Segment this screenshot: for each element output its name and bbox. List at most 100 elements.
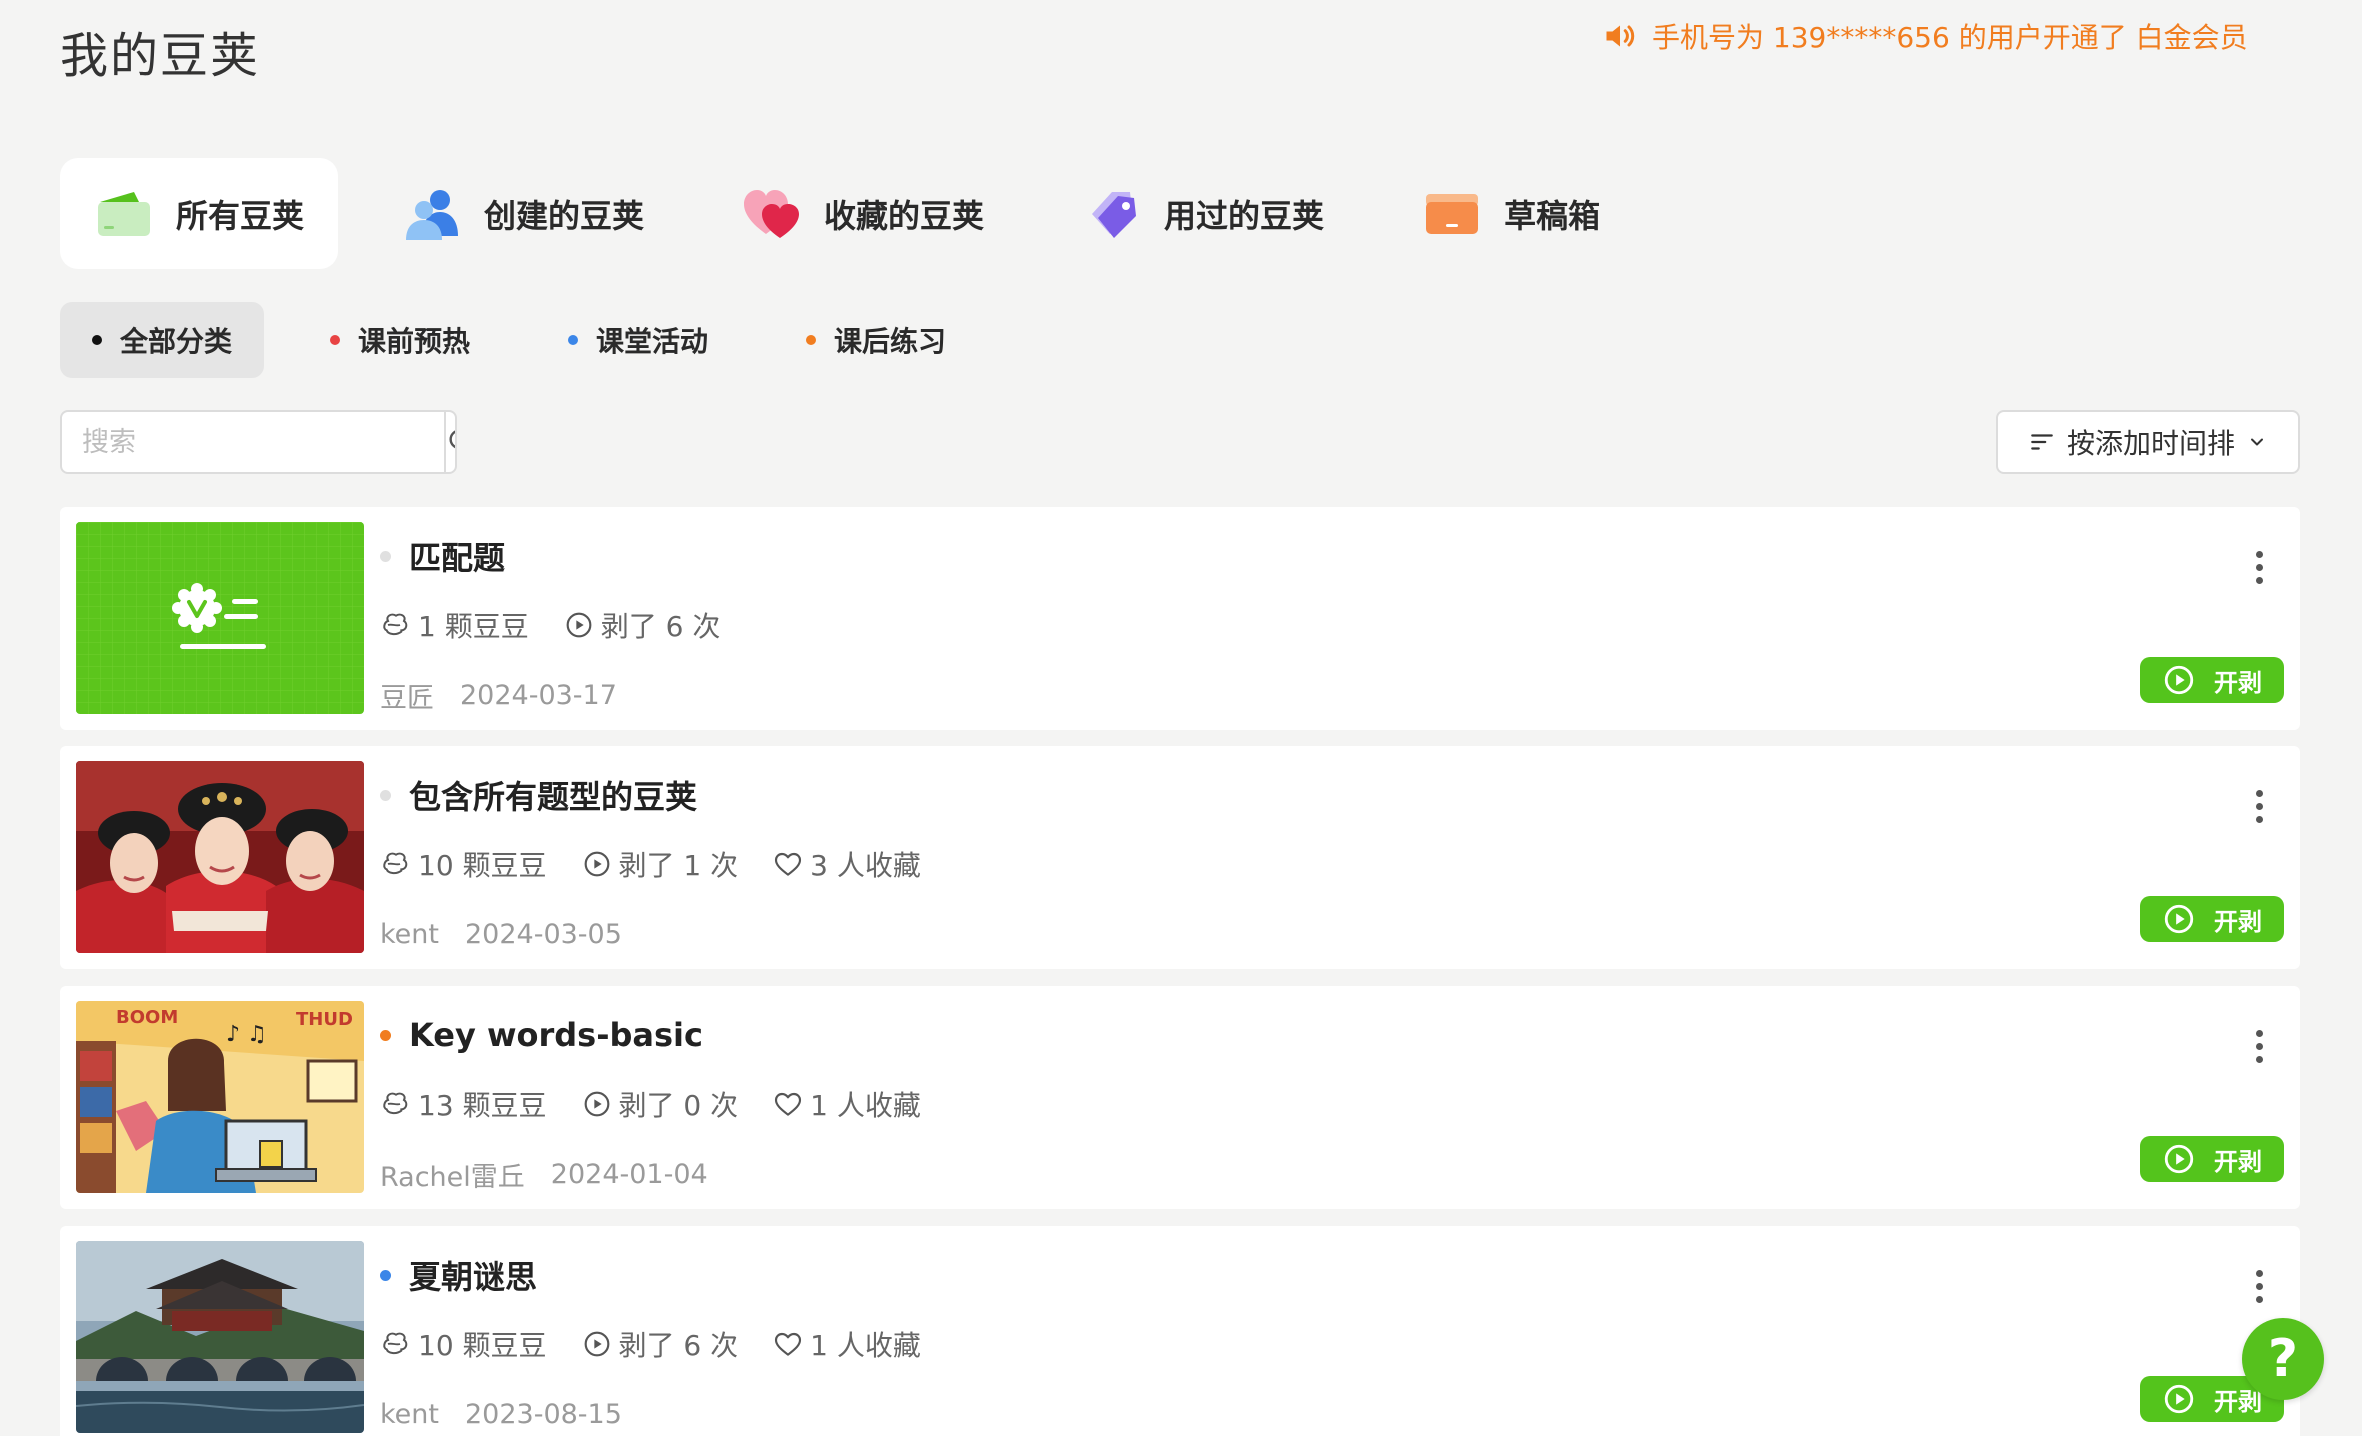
category-dot [806, 335, 817, 345]
category-all[interactable]: 全部分类 [60, 302, 265, 378]
more-options-button[interactable] [2244, 1264, 2274, 1308]
category-dot [380, 550, 391, 562]
pod-date: 2024-03-05 [464, 918, 622, 950]
pod-title[interactable]: Key words-basic [409, 1016, 703, 1054]
search-button[interactable] [444, 412, 455, 472]
heart-outline-icon [775, 1092, 802, 1116]
bean-count: 10 颗豆豆 [380, 1324, 547, 1364]
category-dot [92, 335, 102, 345]
svg-text:♪ ♫: ♪ ♫ [226, 1022, 267, 1047]
pod-date: 2024-01-04 [550, 1158, 708, 1190]
more-options-button[interactable] [2244, 1024, 2274, 1068]
match-quiz-thumbnail [76, 522, 364, 714]
tab-used-pods[interactable]: 用过的豆荚 [1048, 158, 1358, 269]
category-dot [330, 335, 341, 345]
play-count: 剥了 1 次 [581, 844, 738, 884]
bean-icon [383, 852, 408, 875]
play-count: 剥了 0 次 [581, 1084, 738, 1124]
play-circle-icon [2164, 665, 2194, 695]
pod-title[interactable]: 包含所有题型的豆荚 [409, 772, 697, 818]
pod-author: 豆匠 [380, 682, 434, 714]
bean-icon [383, 1332, 408, 1355]
pod-card[interactable]: BOOM THUD ♪ ♫ Key words-basic 13 颗豆豆 剥了 … [60, 986, 2300, 1209]
pod-meta: kent 2024-03-05 [380, 914, 622, 954]
heart-icon [744, 189, 800, 238]
sort-label: 按添加时间排 [2066, 427, 2235, 460]
tab-favorited-pods[interactable]: 收藏的豆荚 [708, 158, 1018, 269]
sort-dropdown[interactable]: 按添加时间排 [1996, 410, 2300, 474]
play-count: 剥了 6 次 [563, 605, 720, 645]
tab-label: 收藏的豆荚 [824, 196, 985, 235]
category-dot [568, 335, 579, 345]
ancient-pavilion-bridge-photo [76, 1241, 364, 1433]
category-after-class[interactable]: 课后练习 [774, 302, 978, 378]
page-title: 我的豆荚 [60, 28, 261, 84]
tab-all-pods[interactable]: 所有豆荚 [60, 158, 339, 269]
pod-title[interactable]: 匹配题 [409, 533, 505, 579]
pod-card[interactable]: 匹配题 1 颗豆豆 剥了 6 次 豆匠 2024-03-17 开剥 [60, 507, 2300, 730]
play-circle-icon [584, 1331, 609, 1357]
more-options-button[interactable] [2244, 545, 2274, 589]
tab-drafts[interactable]: 草稿箱 [1388, 158, 1634, 269]
costume-women-photo [76, 761, 364, 953]
play-button[interactable]: 开剥 [2140, 896, 2284, 942]
pod-stats: 1 颗豆豆 剥了 6 次 [380, 603, 754, 647]
sort-icon [2031, 434, 2053, 450]
search-icon [449, 430, 455, 449]
more-options-button[interactable] [2244, 784, 2274, 828]
heart-outline-icon [775, 1332, 802, 1356]
category-label: 全部分类 [120, 325, 233, 358]
svg-text:THUD: THUD [296, 1009, 353, 1030]
pod-date: 2024-03-17 [460, 679, 617, 711]
category-filters: 全部分类 课前预热 课堂活动 课后练习 [60, 302, 1012, 378]
pod-title-row: 匹配题 [380, 533, 505, 579]
favorite-count: 3 人收藏 [772, 844, 921, 884]
svg-text:BOOM: BOOM [116, 1007, 178, 1028]
drawer-icon [1426, 193, 1479, 234]
pod-author: kent [380, 918, 439, 950]
wallet-icon [98, 191, 150, 236]
pod-meta: Rachel雷丘 2024-01-04 [380, 1154, 708, 1194]
pod-card[interactable]: 夏朝谜思 10 颗豆豆 剥了 6 次 1 人收藏 kent 2023-08-15… [60, 1226, 2300, 1436]
pod-author: kent [380, 1398, 439, 1430]
pod-card[interactable]: 包含所有题型的豆荚 10 颗豆豆 剥了 1 次 3 人收藏 kent 2024-… [60, 746, 2300, 969]
category-dot [380, 1269, 391, 1281]
play-button[interactable]: 开剥 [2140, 1136, 2284, 1182]
pod-title[interactable]: 夏朝谜思 [409, 1252, 537, 1298]
chevron-down-icon [2251, 438, 2263, 446]
main-tabs: 所有豆荚 创建的豆荚 收藏的豆荚 用过的豆荚 草稿箱 [60, 158, 1664, 269]
tab-created-pods[interactable]: 创建的豆荚 [368, 158, 678, 269]
category-pre-class[interactable]: 课前预热 [298, 302, 502, 378]
comic-girl-illustration: BOOM THUD ♪ ♫ [76, 1001, 364, 1193]
category-in-class[interactable]: 课堂活动 [536, 302, 740, 378]
tab-label: 草稿箱 [1504, 196, 1601, 235]
help-button[interactable]: ? [2242, 1318, 2324, 1400]
search-input[interactable] [62, 412, 444, 472]
pod-title-row: 夏朝谜思 [380, 1252, 537, 1298]
play-circle-icon [2164, 904, 2194, 934]
category-label: 课堂活动 [596, 325, 709, 358]
play-circle-icon [584, 851, 609, 877]
announcement-banner[interactable]: 手机号为 139*****656 的用户开通了 白金会员 [1602, 16, 2248, 56]
bean-count: 13 颗豆豆 [380, 1084, 547, 1124]
search-box [60, 410, 457, 474]
speaker-icon [1606, 25, 1635, 47]
pod-date: 2023-08-15 [464, 1398, 622, 1430]
play-button[interactable]: 开剥 [2140, 657, 2284, 703]
announcement-text: 手机号为 139*****656 的用户开通了 白金会员 [1652, 21, 2248, 54]
pod-author: Rachel雷丘 [380, 1161, 525, 1193]
pod-stats: 13 颗豆豆 剥了 0 次 1 人收藏 [380, 1082, 955, 1126]
bean-icon [383, 1092, 408, 1115]
bean-count: 10 颗豆豆 [380, 844, 547, 884]
pod-stats: 10 颗豆豆 剥了 6 次 1 人收藏 [380, 1322, 955, 1366]
category-label: 课前预热 [358, 325, 471, 358]
heart-outline-icon [775, 852, 802, 876]
play-circle-icon [566, 612, 592, 638]
pod-title-row: 包含所有题型的豆荚 [380, 772, 697, 818]
play-circle-icon [2164, 1384, 2194, 1414]
bean-icon [383, 613, 408, 636]
category-dot [380, 789, 391, 801]
pod-meta: kent 2023-08-15 [380, 1394, 622, 1434]
category-label: 课后练习 [834, 325, 947, 358]
favorite-count: 1 人收藏 [772, 1324, 921, 1364]
